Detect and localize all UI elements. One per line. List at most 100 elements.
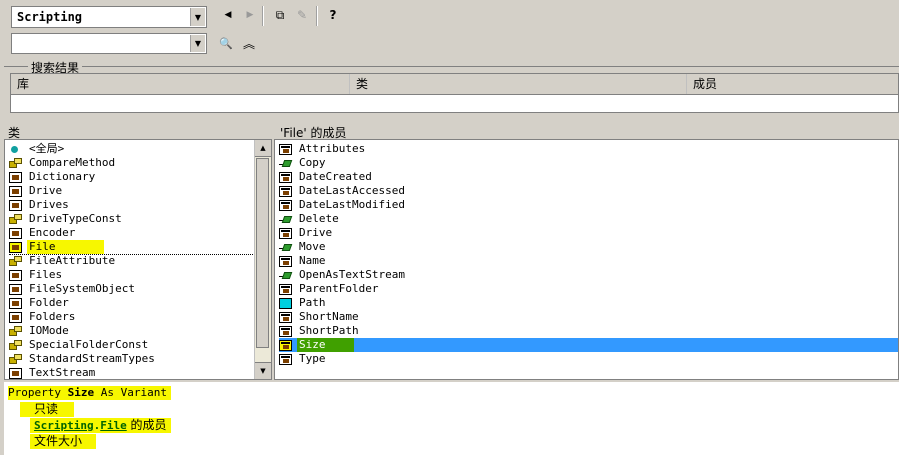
scroll-up-button[interactable]: ▲ [255,140,271,157]
member-item[interactable]: DateCreated [279,170,898,184]
forward-button[interactable]: ▶ [241,6,259,24]
member-label: Path [299,296,326,309]
class-label: FileSystemObject [29,282,135,295]
toggle-search-results-button[interactable]: ︽ [240,34,258,52]
member-label: Type [299,352,326,365]
member-item[interactable]: Type [279,352,898,366]
enum-icon [9,339,22,351]
library-link[interactable]: Scripting [34,419,94,432]
class-item[interactable]: Drives [9,198,255,212]
class-icon [9,171,22,183]
property-icon [279,283,292,295]
member-label: DateLastModified [299,198,405,211]
enum-icon [9,255,22,267]
class-item[interactable]: IOMode [9,324,255,338]
toolbar-separator [262,6,264,26]
search-button[interactable]: 🔍 [217,34,235,52]
back-button[interactable]: ◀ [219,6,237,24]
copy-button[interactable]: ⧉ [271,6,289,24]
member-item[interactable]: Copy [279,156,898,170]
class-item[interactable]: Folders [9,310,255,324]
member-item[interactable]: Name [279,254,898,268]
readonly-label: 只读 [20,402,75,417]
member-of-suffix: 的成员 [126,418,167,432]
member-label: Attributes [299,142,366,155]
class-label: SpecialFolderConst [29,338,149,351]
class-item[interactable]: CompareMethod [9,156,255,170]
enum-icon [9,213,22,225]
member-item[interactable]: Drive [279,226,898,240]
class-item[interactable]: TextStream [9,366,255,379]
member-item[interactable]: Move [279,240,898,254]
member-item[interactable]: Delete [279,212,898,226]
members-list[interactable]: Attributes Copy DateCreated DateLastAccesse… [274,139,899,380]
chevron-down-icon[interactable]: ▼ [190,8,205,26]
chevron-down-icon[interactable]: ▼ [190,35,205,52]
classes-list[interactable]: <全局> CompareMethod Dictionary Drive Drives Dr… [4,139,272,380]
member-label: Drive [299,226,333,239]
property-icon [279,325,292,337]
class-item[interactable]: DriveTypeConst [9,212,255,226]
class-icon [9,185,22,197]
class-item[interactable]: Drive [9,184,255,198]
column-header-library[interactable]: 库 [11,74,350,94]
member-item[interactable]: DateLastModified [279,198,898,212]
member-of-line: Scripting.File 的成员 [30,418,171,433]
class-label: Folder [29,296,69,309]
member-label: Name [299,254,326,267]
method-icon [279,270,292,281]
property-icon [279,227,292,239]
class-icon [9,241,22,253]
member-label: ShortName [299,310,359,323]
member-item[interactable]: Size [279,338,898,352]
class-item[interactable]: FileAttribute [9,254,255,268]
member-item[interactable]: ShortPath [279,324,898,338]
member-label: ParentFolder [299,282,379,295]
class-label: File [27,240,104,254]
scrollbar-thumb[interactable] [256,158,269,348]
global-icon [9,144,22,155]
declaration-suffix: As Variant [94,386,167,399]
classes-scrollbar[interactable]: ▲ ▼ [254,140,271,379]
class-label: Files [29,268,63,281]
class-label: DriveTypeConst [29,212,122,225]
class-icon [9,199,22,211]
member-item[interactable]: ParentFolder [279,282,898,296]
class-icon [9,311,22,323]
member-label: Move [299,240,326,253]
member-item[interactable]: Path [279,296,898,310]
member-item[interactable]: DateLastAccessed [279,184,898,198]
help-button[interactable]: ? [324,6,342,24]
property-icon [279,311,292,323]
search-results-table[interactable]: 库 类 成员 [10,73,899,113]
class-link[interactable]: File [100,419,127,432]
class-label: CompareMethod [29,156,116,169]
path-icon [279,297,292,309]
class-item[interactable]: File [9,240,255,255]
class-item[interactable]: Dictionary [9,170,255,184]
column-header-class[interactable]: 类 [350,74,687,94]
forward-icon: ▶ [246,10,254,20]
view-definition-button[interactable]: ✎ [293,6,311,24]
class-item[interactable]: FileSystemObject [9,282,255,296]
class-item[interactable]: Encoder [9,226,255,240]
member-item[interactable]: Attributes [279,142,898,156]
class-item[interactable]: SpecialFolderConst [9,338,255,352]
library-combo[interactable]: Scripting ▼ [11,6,207,28]
class-label: FileAttribute [29,254,116,267]
enum-icon [9,157,22,169]
member-item[interactable]: ShortName [279,310,898,324]
member-label: ShortPath [299,324,359,337]
binoculars-icon: 🔍 [219,36,233,50]
class-item[interactable]: Files [9,268,255,282]
member-item[interactable]: OpenAsTextStream [279,268,898,282]
search-combo[interactable]: ▼ [11,33,207,54]
class-icon [9,227,22,239]
class-item[interactable]: StandardStreamTypes [9,352,255,366]
class-item[interactable]: <全局> [9,142,255,156]
class-item[interactable]: Folder [9,296,255,310]
class-label: Dictionary [29,170,96,183]
scroll-down-button[interactable]: ▼ [255,362,271,379]
column-header-member[interactable]: 成员 [687,74,898,94]
member-label: DateCreated [299,170,372,183]
